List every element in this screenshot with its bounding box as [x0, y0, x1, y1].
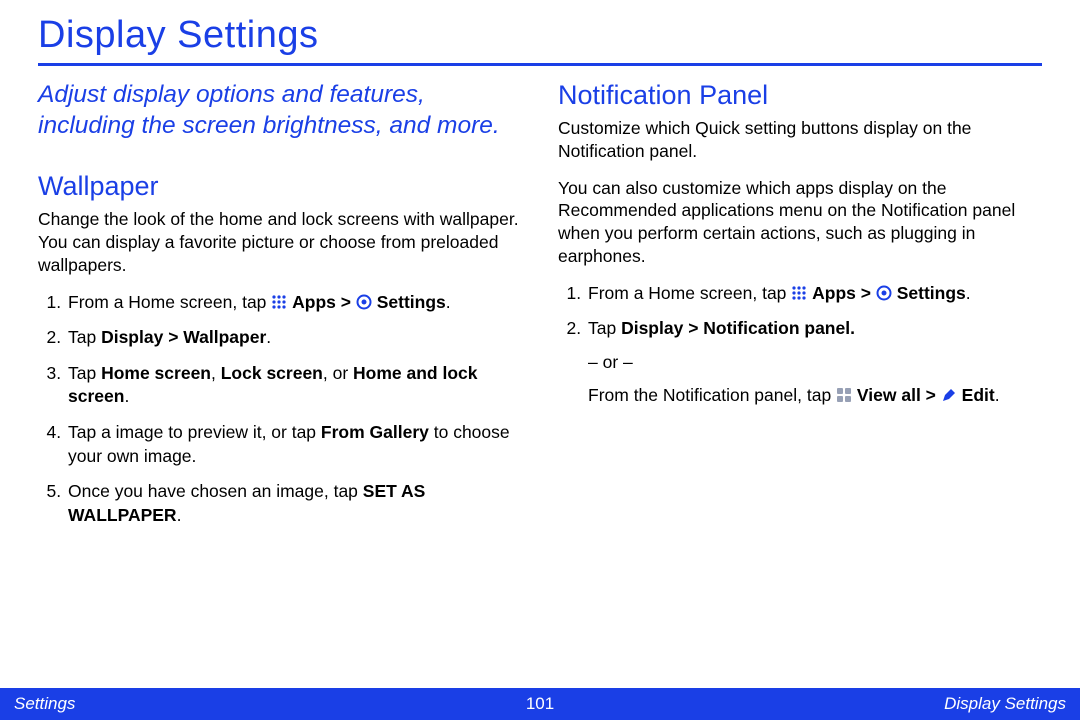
notification-para-1: Customize which Quick setting buttons di…	[558, 117, 1042, 163]
footer-left: Settings	[14, 694, 75, 714]
wallpaper-para: Change the look of the home and lock scr…	[38, 208, 522, 276]
bold-text: Apps	[812, 283, 856, 303]
step-text: ,	[211, 363, 221, 383]
bold-text: >	[336, 292, 356, 312]
left-column: Adjust display options and features, inc…	[38, 80, 522, 540]
step-text: .	[995, 385, 1000, 405]
intro-text: Adjust display options and features, inc…	[38, 80, 522, 141]
or-separator: – or –	[588, 351, 1042, 375]
step-text: Tap	[588, 318, 621, 338]
step-text: .	[966, 283, 971, 303]
wallpaper-heading: Wallpaper	[38, 171, 522, 202]
notification-para-2: You can also customize which apps displa…	[558, 177, 1042, 268]
apps-icon	[791, 284, 807, 300]
bold-text: >	[921, 385, 941, 405]
bold-text: Settings	[897, 283, 966, 303]
title-rule	[38, 63, 1042, 66]
notification-step-1: From a Home screen, tap Apps > Settings.	[586, 282, 1042, 306]
step-text: Tap	[68, 327, 101, 347]
two-column-layout: Adjust display options and features, inc…	[38, 80, 1042, 540]
bold-text: Settings	[377, 292, 446, 312]
step-text: Tap	[68, 363, 101, 383]
wallpaper-step-4: Tap a image to preview it, or tap From G…	[66, 421, 522, 468]
notification-step-2: Tap Display > Notification panel. – or –…	[586, 317, 1042, 408]
bold-text: Display > Wallpaper	[101, 327, 266, 347]
wallpaper-step-2: Tap Display > Wallpaper.	[66, 326, 522, 350]
right-column: Notification Panel Customize which Quick…	[558, 80, 1042, 540]
notification-steps: From a Home screen, tap Apps > Settings.…	[558, 282, 1042, 409]
bold-text: View all	[857, 385, 921, 405]
settings-icon	[356, 293, 372, 309]
apps-icon	[271, 293, 287, 309]
bold-text: Apps	[292, 292, 336, 312]
footer-right: Display Settings	[944, 694, 1066, 714]
wallpaper-steps: From a Home screen, tap Apps > Settings.…	[38, 291, 522, 528]
pencil-icon	[941, 386, 957, 402]
wallpaper-step-5: Once you have chosen an image, tap SET A…	[66, 480, 522, 527]
step-text: .	[124, 386, 129, 406]
step-text: Once you have chosen an image, tap	[68, 481, 363, 501]
page-footer: Settings 101 Display Settings	[0, 688, 1080, 720]
step-text: .	[266, 327, 271, 347]
wallpaper-step-1: From a Home screen, tap Apps > Settings.	[66, 291, 522, 315]
step-text: From a Home screen, tap	[68, 292, 271, 312]
manual-page: Display Settings Adjust display options …	[0, 0, 1080, 720]
step-text: , or	[323, 363, 353, 383]
bold-text: Display > Notification panel.	[621, 318, 855, 338]
bold-text: Home screen	[101, 363, 211, 383]
bold-text: Lock screen	[221, 363, 323, 383]
notification-heading: Notification Panel	[558, 80, 1042, 111]
step-text: .	[446, 292, 451, 312]
bold-text: Edit	[962, 385, 995, 405]
step-text: Tap a image to preview it, or tap	[68, 422, 321, 442]
settings-icon	[876, 284, 892, 300]
step-text: .	[177, 505, 182, 525]
bold-text: From Gallery	[321, 422, 429, 442]
footer-page-number: 101	[526, 694, 554, 714]
step-text: From the Notification panel, tap	[588, 385, 836, 405]
wallpaper-step-3: Tap Home screen, Lock screen, or Home an…	[66, 362, 522, 409]
step-text: From a Home screen, tap	[588, 283, 791, 303]
bold-text: >	[856, 283, 876, 303]
grid-icon	[836, 386, 852, 402]
page-title: Display Settings	[38, 14, 1042, 57]
